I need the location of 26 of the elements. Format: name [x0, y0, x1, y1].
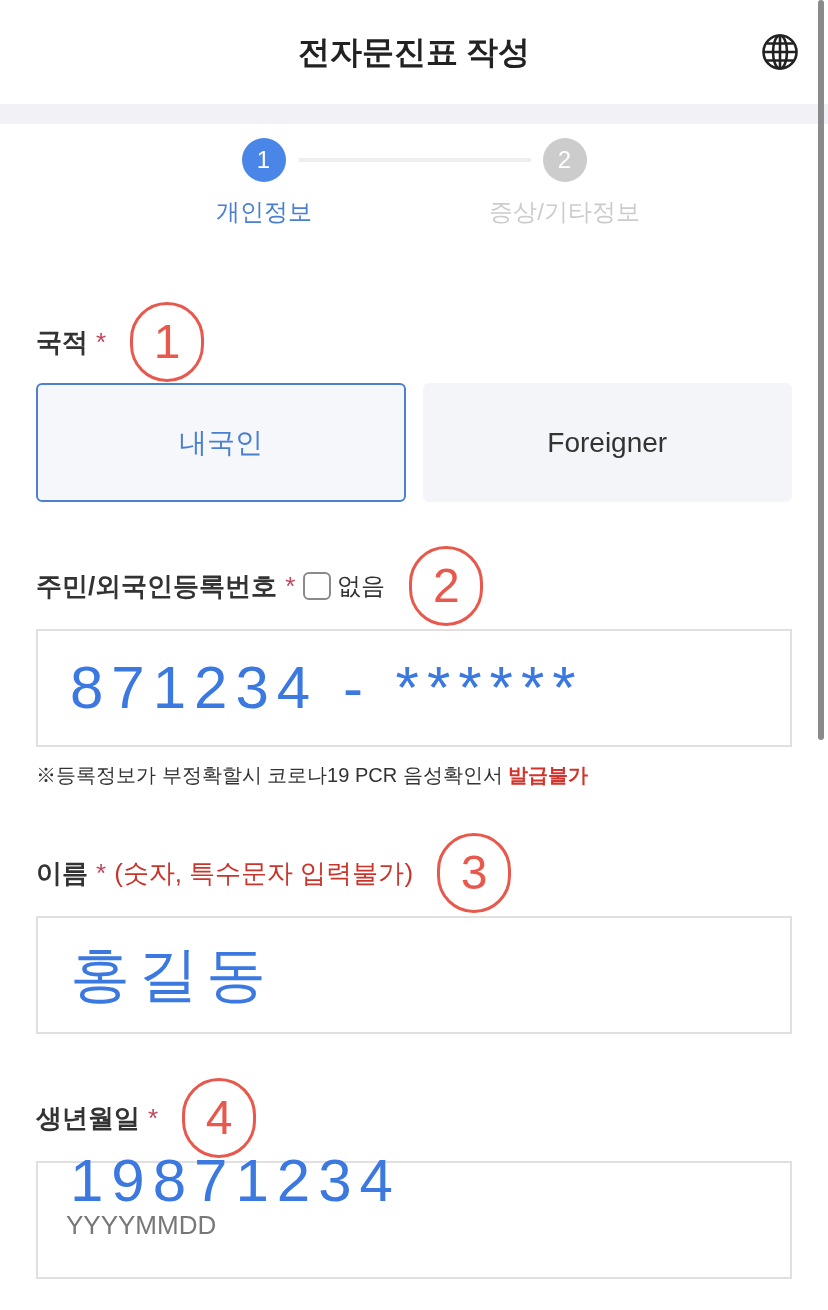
page-title: 전자문진표 작성 [297, 36, 531, 68]
input-field[interactable]: 871234 - ****** [36, 629, 792, 747]
checkbox[interactable] [303, 572, 332, 600]
circled-number: 2 [409, 546, 484, 626]
globe-icon[interactable] [762, 34, 798, 70]
info-note: ※등록정보가 부정확할시 코로나19 PCR 음성확인서 발급불가 [36, 763, 590, 788]
circled-number: 4 [182, 1078, 257, 1158]
checkbox-label[interactable]: 없음 [337, 574, 386, 598]
option-button[interactable]: 내국인 [36, 383, 406, 502]
required-asterisk: * [285, 573, 296, 599]
scrollbar-thumb[interactable] [818, 0, 824, 740]
field-label: 주민/외국인등록번호 [36, 573, 278, 599]
option-button[interactable]: Foreigner [422, 383, 792, 502]
input-field[interactable]: 홍길동 [36, 916, 792, 1034]
required-asterisk: * [96, 329, 107, 355]
input-hint: (숫자, 특수문자 입력불가) [114, 860, 414, 886]
required-asterisk: * [96, 860, 107, 886]
field-label: 생년월일 [36, 1105, 140, 1131]
circled-number: 3 [437, 833, 512, 913]
input-field[interactable]: YYYYMMDD 19871234 [36, 1161, 792, 1279]
field-label: 국적 [36, 329, 88, 355]
step-number[interactable]: 1 [241, 138, 286, 182]
required-asterisk: * [148, 1105, 159, 1131]
step-label[interactable]: 개인정보 [143, 198, 384, 226]
handwritten-text: 871234 - ****** [70, 662, 584, 714]
field-label: 이름 [36, 860, 88, 886]
